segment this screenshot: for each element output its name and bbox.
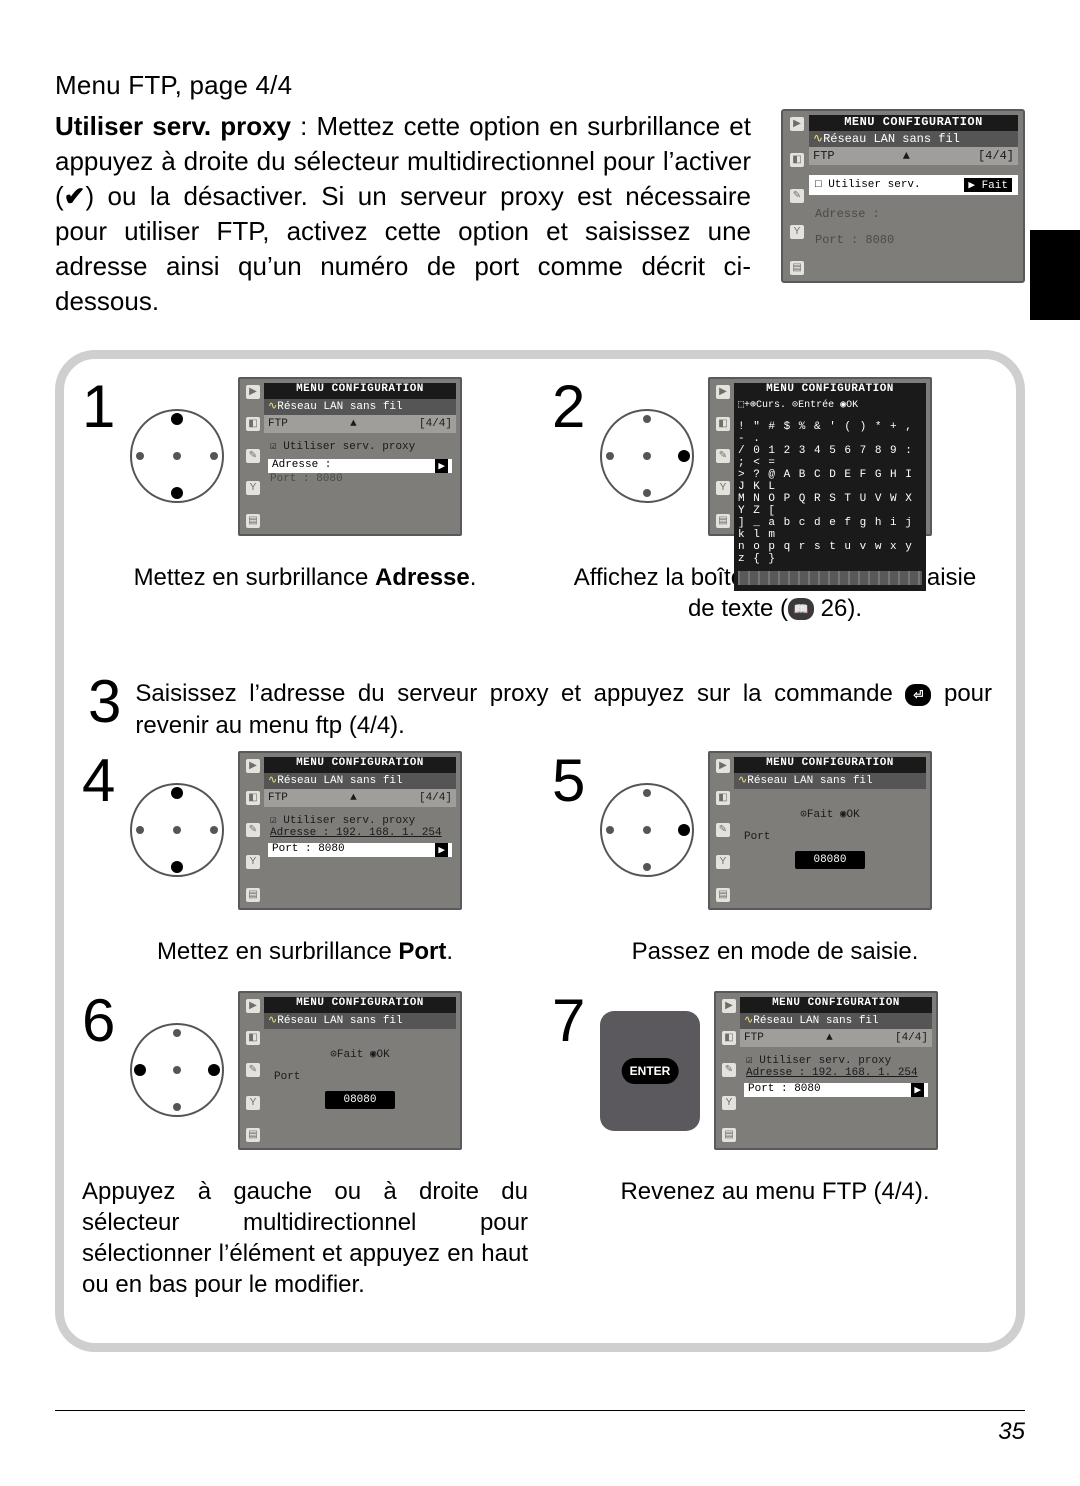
- intro-row: Utiliser serv. proxy : Mettez cette opti…: [55, 109, 1025, 320]
- enter-icon: ⏎: [905, 684, 931, 706]
- page-number: 35: [998, 1418, 1025, 1446]
- step-2: 2 ▶◧✎Y▤ MENU CONFIGURATION ⬚+⊕Curs. ⊙Ent…: [552, 377, 998, 648]
- lcd-top: ▶ ◧ ✎ Y ▤ MENU CONFIGURATION ∿Réseau LAN…: [781, 109, 1025, 283]
- dial-icon: [600, 409, 694, 503]
- side-tab: [1030, 230, 1080, 320]
- intro-lead: Utiliser serv. proxy: [55, 111, 291, 141]
- page-title: Menu FTP, page 4/4: [55, 70, 1025, 101]
- step-3: 3 Saisissez l’adresse du serveur proxy e…: [82, 648, 998, 751]
- dial-icon: [600, 783, 694, 877]
- check-icon: ✔: [64, 181, 86, 211]
- lcd-side-icons: ▶ ◧ ✎ Y ▤: [787, 117, 807, 275]
- wrench-icon: Y: [790, 225, 804, 239]
- card-icon: ▤: [790, 261, 804, 275]
- pencil-icon: ✎: [790, 189, 804, 203]
- camera-icon: ◧: [790, 153, 804, 167]
- step-1: 1 ▶◧✎Y▤ MENU CONFIGURATION ∿Réseau LAN s…: [82, 377, 528, 648]
- lcd-step4: ▶◧✎Y▤ MENU CONFIGURATION ∿Réseau LAN san…: [238, 751, 462, 910]
- steps-board: 1 ▶◧✎Y▤ MENU CONFIGURATION ∿Réseau LAN s…: [55, 350, 1025, 1352]
- lcd-step5: ▶◧✎Y▤ MENU CONFIGURATION ∿Réseau LAN san…: [708, 751, 932, 910]
- footer-rule: [55, 1410, 1025, 1411]
- play-icon: ▶: [790, 117, 804, 131]
- lcd-step2: ▶◧✎Y▤ MENU CONFIGURATION ⬚+⊕Curs. ⊙Entré…: [708, 377, 932, 536]
- step-7: 7 ▶◧✎Y▤ MENU CONFIGURATION ∿Réseau LAN s…: [552, 991, 998, 1325]
- step-6: 6 ▶◧✎Y▤ MENU CONFIGURATION ∿Réseau LAN s…: [82, 991, 528, 1325]
- step-4: 4 ▶◧✎Y▤ MENU CONFIGURATION ∿Réseau LAN s…: [82, 751, 528, 991]
- lcd-step6: ▶◧✎Y▤ MENU CONFIGURATION ∿Réseau LAN san…: [238, 991, 462, 1150]
- dial-icon: [130, 409, 224, 503]
- dial-icon: [130, 783, 224, 877]
- step-5: 5 ▶◧✎Y▤ MENU CONFIGURATION ∿Réseau LAN s…: [552, 751, 998, 991]
- intro-text: Utiliser serv. proxy : Mettez cette opti…: [55, 109, 751, 320]
- lcd-step7: ▶◧✎Y▤ MENU CONFIGURATION ∿Réseau LAN san…: [714, 991, 938, 1150]
- enter-button-graphic: [600, 1011, 700, 1131]
- manual-ref-icon: 📖: [788, 598, 814, 620]
- dial-icon: [130, 1023, 224, 1117]
- lcd-step1: ▶◧✎Y▤ MENU CONFIGURATION ∿Réseau LAN san…: [238, 377, 462, 536]
